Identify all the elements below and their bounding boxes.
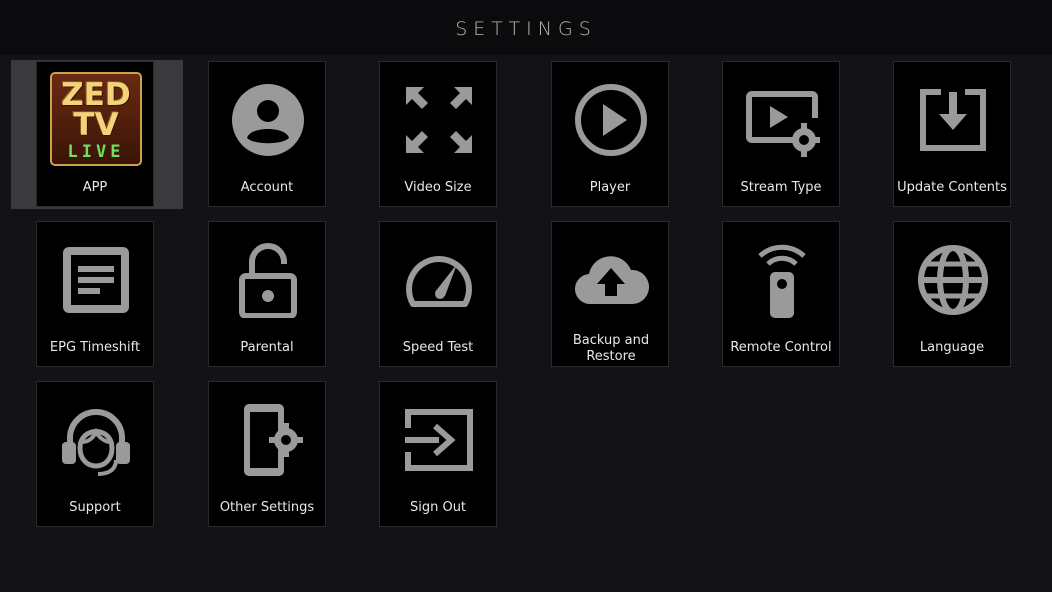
stream-type-icon [744,82,820,158]
page-title: SETTINGS [455,18,597,40]
header-bar: SETTINGS [0,0,1052,55]
tile-other-settings[interactable]: Other Settings [208,381,326,527]
video-size-icon [401,82,477,158]
tile-support[interactable]: Support [36,381,154,527]
logo-line2: TV [73,107,119,143]
tile-backup-restore[interactable]: Backup and Restore [551,221,669,367]
logo-line1: ZED [61,77,131,113]
tile-label: Update Contents [897,180,1007,195]
update-download-icon [915,82,991,158]
tile-label: Parental [240,340,294,355]
unlock-icon [230,242,306,318]
globe-icon [915,242,991,318]
phone-settings-icon [230,402,306,478]
tile-player[interactable]: Player [551,61,669,207]
logo-line3: LIVE [67,142,125,162]
remote-control-icon [744,242,820,318]
tile-label: Remote Control [730,340,832,355]
zed-tv-live-logo: ZED TV LIVE [50,72,142,166]
tile-label: EPG Timeshift [49,340,141,355]
tile-account[interactable]: Account [208,61,326,207]
tile-label: Sign Out [409,500,467,515]
tile-label: Language [919,340,985,355]
tile-stream-type[interactable]: Stream Type [722,61,840,207]
tile-label: APP [82,180,108,195]
tile-sign-out[interactable]: Sign Out [379,381,497,527]
tile-speed-test[interactable]: Speed Test [379,221,497,367]
support-headset-icon [58,402,134,478]
tile-label: Video Size [404,180,472,195]
epg-icon [58,242,134,318]
tile-label: Player [589,180,631,195]
tile-video-size[interactable]: Video Size [379,61,497,207]
cloud-upload-icon [573,242,649,318]
speedometer-icon [401,242,477,318]
tile-label: Backup and Restore [572,333,650,364]
tile-update-contents[interactable]: Update Contents [893,61,1011,207]
account-icon [230,82,306,158]
tile-label: Account [240,180,294,195]
sign-out-icon [401,402,477,478]
tile-label: Support [69,500,121,515]
tile-parental[interactable]: Parental [208,221,326,367]
tile-epg-timeshift[interactable]: EPG Timeshift [36,221,154,367]
tile-app[interactable]: ZED TV LIVE APP [36,61,154,207]
tile-language[interactable]: Language [893,221,1011,367]
play-icon [573,82,649,158]
tile-remote-control[interactable]: Remote Control [722,221,840,367]
tile-label: Stream Type [740,180,822,195]
tile-label: Speed Test [402,340,474,355]
tile-label: Other Settings [219,500,315,515]
